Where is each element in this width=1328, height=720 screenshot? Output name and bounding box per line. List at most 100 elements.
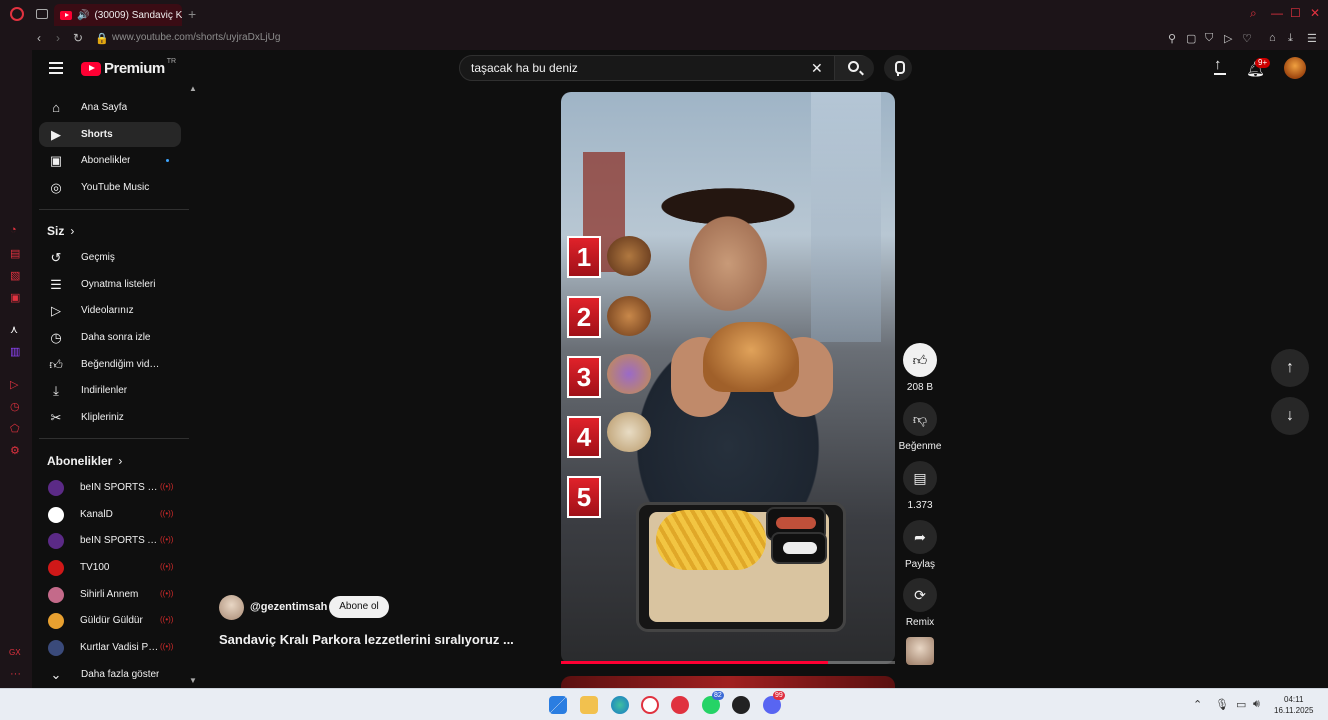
- guide-scroll-up[interactable]: ▲: [189, 84, 197, 93]
- maximize-button[interactable]: ☐: [1290, 6, 1301, 20]
- food-thumbnail: [607, 236, 651, 276]
- url-field[interactable]: www.youtube.com/shorts/uyjraDxLjUg: [112, 32, 280, 43]
- browser-tab-youtube[interactable]: 🔊 (30009) Sandaviç Kralı: [54, 4, 182, 26]
- live-icon: ((•)): [160, 642, 174, 651]
- voice-search-button[interactable]: [884, 55, 912, 81]
- search-button[interactable]: [834, 56, 874, 80]
- settings-icon[interactable]: ⚙: [10, 444, 20, 457]
- opera-sidebar: ◔ ▤ ▧ ▣ ⋏ ▥ ▷ ◷ ⬠ ⚙ GX ···: [0, 50, 32, 688]
- opera-taskbar-icon[interactable]: [641, 696, 659, 714]
- minimize-button[interactable]: —: [1271, 6, 1283, 20]
- guide-show-more[interactable]: ⌄ Daha fazla göster: [39, 662, 181, 687]
- share-label: Paylaş: [904, 559, 935, 570]
- opera-gx-icon[interactable]: [671, 696, 689, 714]
- network-icon[interactable]: ▭: [1236, 698, 1246, 711]
- rank-badge: 5: [567, 476, 601, 518]
- channel-avatar[interactable]: [219, 595, 244, 620]
- wallet-icon[interactable]: ⌂: [1269, 32, 1276, 44]
- account-avatar[interactable]: [1284, 57, 1306, 79]
- share-button[interactable]: ➦ Paylaş: [903, 520, 937, 570]
- steam-icon[interactable]: [732, 696, 750, 714]
- microphone-tray-icon[interactable]: 🎙︎: [1215, 698, 1229, 711]
- close-window-button[interactable]: ✕: [1310, 6, 1320, 20]
- heart-icon[interactable]: ♡: [1242, 32, 1252, 45]
- guide-item-watch-later[interactable]: ◷ Daha sonra izle: [39, 325, 181, 350]
- liked-icon: 👍︎: [49, 356, 63, 372]
- snapshot-icon[interactable]: ▢: [1186, 32, 1196, 45]
- guide-item-subscriptions[interactable]: ▣ Abonelikler: [39, 148, 181, 173]
- short-title[interactable]: Sandaviç Kralı Parkora lezzetlerini sıra…: [219, 632, 549, 647]
- more-icon[interactable]: ···: [10, 668, 21, 680]
- extensions-icon[interactable]: ⬠: [10, 422, 20, 435]
- menu-icon[interactable]: ☰: [1307, 32, 1317, 45]
- file-explorer-icon[interactable]: [580, 696, 598, 714]
- next-short-preview[interactable]: [561, 676, 895, 688]
- like-button[interactable]: 👍︎ 208 B: [903, 343, 937, 393]
- windows-start-icon[interactable]: [549, 696, 567, 714]
- guide-item-liked[interactable]: 👍︎ Beğendiğim videolar: [39, 352, 181, 377]
- channel-name[interactable]: @gezentimsah: [250, 601, 327, 613]
- tab-switcher-icon[interactable]: [36, 9, 48, 19]
- search-box[interactable]: taşacak ha bu deniz ✕: [459, 55, 874, 81]
- live-icon: ((•)): [160, 535, 174, 544]
- notification-badge: 9+: [1255, 58, 1271, 68]
- remix-button[interactable]: ⟳ Remix: [903, 578, 937, 628]
- subscribe-button[interactable]: Abone ol: [329, 596, 389, 618]
- guide-scroll-down[interactable]: ▼: [189, 676, 197, 685]
- guide-subscriptions-heading[interactable]: Abonelikler ›: [47, 454, 122, 468]
- shorts-video-player[interactable]: 1 2 3 4 5: [561, 92, 895, 664]
- volume-icon[interactable]: 🔊︎: [1253, 698, 1260, 711]
- back-button[interactable]: ‹: [37, 31, 41, 45]
- search-icon: [848, 61, 859, 72]
- video-progress-bar[interactable]: [561, 661, 895, 664]
- news-icon[interactable]: ▣: [10, 291, 20, 304]
- guide-item-home[interactable]: ⌂ Ana Sayfa: [39, 95, 181, 120]
- live-icon: ((•)): [160, 589, 174, 598]
- system-clock[interactable]: 04:11 16.11.2025: [1274, 694, 1313, 716]
- guide-you-heading[interactable]: Siz ›: [47, 224, 74, 238]
- sound-thumbnail[interactable]: [906, 637, 934, 665]
- twitch-icon[interactable]: ▥: [10, 345, 20, 358]
- create-icon[interactable]: [1213, 56, 1227, 76]
- next-short-button[interactable]: ↓: [1271, 397, 1309, 435]
- aria-icon[interactable]: ◔: [10, 224, 17, 236]
- player-sidebar-icon[interactable]: ▷: [10, 378, 18, 391]
- gx-icon[interactable]: GX: [9, 648, 21, 657]
- player-icon[interactable]: ▷: [1224, 32, 1232, 45]
- forward-button[interactable]: ›: [56, 31, 60, 45]
- edge-icon[interactable]: [611, 696, 629, 714]
- live-icon: ((•)): [160, 615, 174, 624]
- youtube-premium-logo[interactable]: Premium TR: [81, 58, 176, 77]
- remix-icon: ⟳: [903, 578, 937, 612]
- dislike-button[interactable]: 👎︎ Beğenme: [899, 402, 941, 452]
- shorts-icon: ▶: [51, 126, 61, 142]
- tiktok-icon[interactable]: ⋏: [10, 323, 18, 336]
- downloads-icon[interactable]: ⤓: [1288, 32, 1293, 45]
- messenger-icon[interactable]: ▧: [10, 269, 20, 282]
- guide-item-downloads[interactable]: ⤓ İndirilenler: [39, 378, 181, 403]
- chevron-up-icon[interactable]: ⌃: [1193, 698, 1202, 711]
- guide-item-clips[interactable]: ✂ Klipleriniz: [39, 405, 181, 430]
- guide-item-playlists[interactable]: ☰ Oynatma listeleri: [39, 272, 181, 297]
- previous-short-button[interactable]: ↑: [1271, 349, 1309, 387]
- workspaces-icon[interactable]: ▤: [10, 247, 20, 260]
- shield-icon[interactable]: ⛉: [1205, 32, 1213, 45]
- guide-item-music[interactable]: ◎ YouTube Music: [39, 175, 181, 200]
- guide-item-shorts[interactable]: ▶ Shorts: [39, 122, 181, 147]
- clear-search-icon[interactable]: ✕: [811, 60, 823, 77]
- remix-label: Remix: [905, 617, 935, 628]
- search-input[interactable]: taşacak ha bu deniz: [471, 61, 578, 75]
- lock-icon[interactable]: 🔒: [95, 32, 109, 45]
- reload-button[interactable]: ↻: [73, 31, 83, 45]
- guide-menu-button[interactable]: [49, 62, 63, 74]
- pin-icon[interactable]: ⚲: [1168, 32, 1176, 45]
- guide-item-history[interactable]: ↺ Geçmiş: [39, 245, 181, 270]
- new-tab-button[interactable]: +: [188, 6, 196, 22]
- search-tabs-icon[interactable]: ⌕: [1250, 6, 1257, 21]
- speaker-icon[interactable]: 🔊: [77, 10, 89, 21]
- guide-item-your-videos[interactable]: ▷ Videolarınız: [39, 298, 181, 323]
- live-icon: ((•)): [160, 482, 174, 491]
- comments-button[interactable]: ▤ 1.373: [903, 461, 937, 511]
- history-sidebar-icon[interactable]: ◷: [10, 400, 20, 413]
- opera-logo-icon[interactable]: [10, 7, 24, 21]
